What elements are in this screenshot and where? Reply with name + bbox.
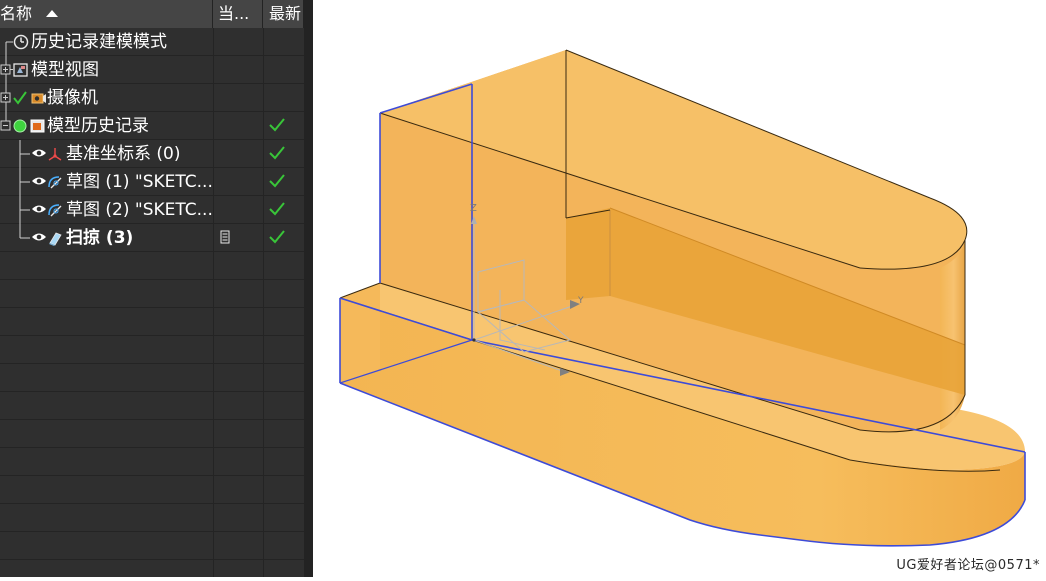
tree-row-cameras[interactable]: 摄像机 [0, 84, 304, 112]
datum-csys-icon [48, 148, 62, 161]
visibility-eye-icon[interactable] [31, 203, 47, 215]
check-mark-icon [13, 91, 27, 105]
latest-check-icon [269, 230, 285, 244]
current-feature-icon [220, 230, 230, 244]
tree-empty-row [0, 336, 304, 364]
visibility-eye-icon[interactable] [31, 147, 47, 159]
tree-empty-row [0, 308, 304, 336]
column-header-name-label: 名称 [0, 4, 33, 23]
tree-row-label: 摄像机 [47, 88, 98, 108]
column-header-current[interactable]: 当... [213, 0, 263, 28]
tree-row-label: 模型历史记录 [47, 116, 149, 136]
visibility-eye-icon[interactable] [31, 175, 47, 187]
column-header-name[interactable]: 名称 [0, 0, 213, 28]
graphics-viewport[interactable]: Z Y UG爱好者论坛@0571* [313, 0, 1046, 577]
latest-check-icon [269, 146, 285, 160]
tree-empty-row [0, 476, 304, 504]
column-header-latest-label: 最新 [269, 4, 302, 23]
solid-model[interactable]: Z Y [313, 0, 1046, 577]
latest-check-icon [269, 118, 285, 132]
column-header-current-label: 当... [218, 4, 250, 23]
tree-empty-row [0, 560, 304, 577]
tree-empty-row [0, 252, 304, 280]
watermark-text: UG爱好者论坛@0571* [896, 558, 1040, 573]
sketch-icon [48, 176, 62, 189]
sort-ascending-icon[interactable] [46, 10, 59, 17]
visibility-eye-icon[interactable] [31, 231, 47, 243]
sketch-icon [48, 204, 62, 217]
tree-row-sketch-2[interactable]: 草图 (2) "SKETC... [0, 196, 304, 224]
tree-empty-row [0, 420, 304, 448]
tree-empty-row [0, 280, 304, 308]
latest-check-icon [269, 202, 285, 216]
tree-empty-row [0, 532, 304, 560]
sweep-icon [49, 232, 62, 246]
tree-row-label: 草图 (1) "SKETC... [66, 172, 213, 192]
panel-splitter[interactable] [304, 0, 313, 577]
tree-row-model-views[interactable]: 模型视图 [0, 56, 304, 84]
tree-row-history-mode[interactable]: 历史记录建模模式 [0, 28, 304, 56]
model-history-icon [30, 119, 45, 133]
tree-empty-row [0, 504, 304, 532]
tree-empty-row [0, 364, 304, 392]
status-green-dot-icon [13, 119, 27, 133]
axis-y-label: Y [577, 296, 584, 306]
tree-row-label: 历史记录建模模式 [31, 32, 167, 52]
tree-row-label: 扫掠 (3) [66, 228, 134, 248]
tree-row-sweep[interactable]: 扫掠 (3) [0, 224, 304, 252]
tree-row-label: 草图 (2) "SKETC... [66, 200, 213, 220]
model-view-icon [13, 63, 28, 77]
column-header-latest[interactable]: 最新 [263, 0, 304, 28]
tree-row-datum-csys[interactable]: 基准坐标系 (0) [0, 140, 304, 168]
clock-icon [13, 34, 29, 50]
part-navigator: 名称 当... 最新 历史记录建模模式 模型视图 摄像机 模型历史记录 基准坐标… [0, 0, 304, 577]
tree-row-sketch-1[interactable]: 草图 (1) "SKETC... [0, 168, 304, 196]
tree-empty-row [0, 392, 304, 420]
tree-row-label: 模型视图 [31, 60, 99, 80]
tree-row-model-history[interactable]: 模型历史记录 [0, 112, 304, 140]
axis-z-label: Z [470, 203, 477, 214]
latest-check-icon [269, 174, 285, 188]
tree-row-label: 基准坐标系 (0) [66, 144, 181, 164]
camera-icon [31, 93, 46, 104]
tree-empty-row [0, 448, 304, 476]
